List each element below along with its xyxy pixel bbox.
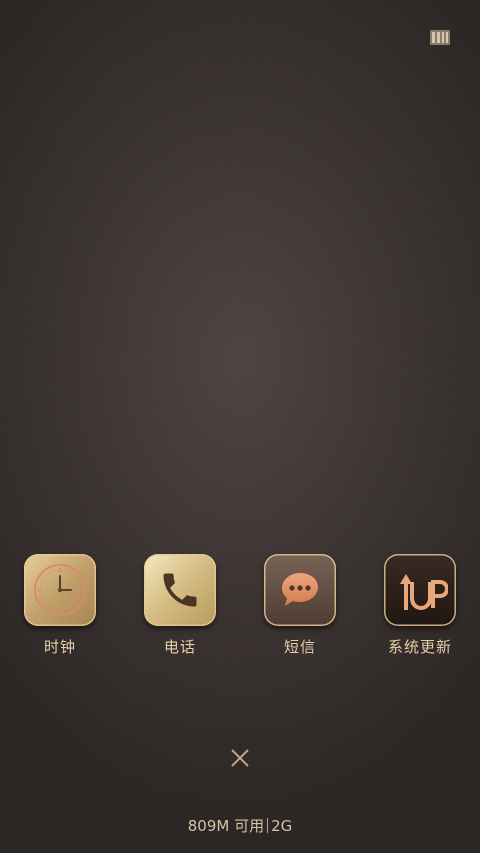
app-label: 短信 (283, 638, 316, 656)
app-label: 电话 (163, 638, 196, 656)
app-phone[interactable]: 电话 (132, 554, 228, 657)
message-icon[interactable] (264, 554, 336, 626)
background-texture (0, 0, 480, 853)
phone-icon[interactable] (144, 554, 216, 626)
system-update-icon[interactable] (384, 554, 456, 626)
divider (267, 818, 269, 833)
app-clock[interactable]: 时钟 (12, 554, 108, 657)
app-system-update[interactable]: 系统更新 (372, 554, 468, 657)
memory-status: 809M 可用 2G (0, 815, 480, 836)
app-label: 系统更新 (387, 638, 452, 656)
app-messages[interactable]: 短信 (252, 554, 348, 657)
network-type-text: 2G (271, 817, 293, 835)
close-recents-button[interactable] (229, 747, 251, 769)
app-label: 时钟 (43, 638, 76, 656)
close-icon (231, 749, 249, 767)
task-manager-toggle-icon[interactable] (430, 30, 450, 45)
clock-icon[interactable] (24, 554, 96, 626)
memory-available-text: 809M 可用 (187, 817, 265, 835)
